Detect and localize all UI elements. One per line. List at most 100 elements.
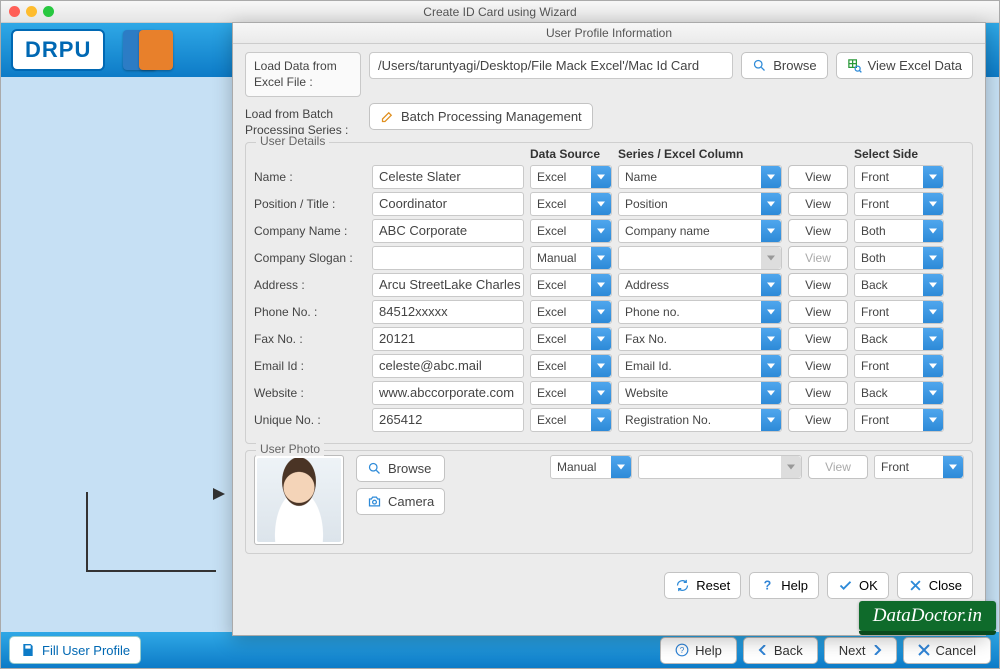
- field-input[interactable]: ABC Corporate: [372, 219, 524, 243]
- column-select[interactable]: Website: [618, 381, 782, 405]
- card-thumb-icon: [139, 30, 173, 70]
- wizard-back-button[interactable]: Back: [743, 637, 818, 664]
- data-source-select[interactable]: Excel: [530, 354, 612, 378]
- field-input[interactable]: celeste@abc.mail: [372, 354, 524, 378]
- photo-camera-button[interactable]: Camera: [356, 488, 445, 515]
- side-select[interactable]: Front: [854, 192, 944, 216]
- column-select[interactable]: Phone no.: [618, 300, 782, 324]
- side-select[interactable]: Back: [854, 327, 944, 351]
- header-column: Series / Excel Column: [618, 147, 782, 161]
- side-select[interactable]: Both: [854, 219, 944, 243]
- field-input[interactable]: www.abccorporate.com: [372, 381, 524, 405]
- close-window-icon[interactable]: [9, 6, 20, 17]
- view-button[interactable]: View: [788, 165, 848, 189]
- view-button: View: [788, 246, 848, 270]
- field-input[interactable]: [372, 246, 524, 270]
- view-button[interactable]: View: [788, 273, 848, 297]
- refresh-icon: [675, 578, 690, 593]
- search-icon: [367, 461, 382, 476]
- reset-button[interactable]: Reset: [664, 572, 741, 599]
- side-select[interactable]: Both: [854, 246, 944, 270]
- photo-data-source-select[interactable]: Manual: [550, 455, 632, 479]
- close-button[interactable]: Close: [897, 572, 973, 599]
- data-source-select[interactable]: Excel: [530, 300, 612, 324]
- chevron-right-icon: [872, 645, 882, 655]
- table-search-icon: [847, 58, 862, 73]
- column-select[interactable]: Registration No.: [618, 408, 782, 432]
- field-input[interactable]: 265412: [372, 408, 524, 432]
- wizard-cancel-button[interactable]: Cancel: [903, 637, 991, 664]
- data-source-select[interactable]: Excel: [530, 165, 612, 189]
- data-source-select[interactable]: Excel: [530, 327, 612, 351]
- photo-column-select: [638, 455, 802, 479]
- data-source-select[interactable]: Excel: [530, 219, 612, 243]
- field-input[interactable]: Celeste Slater: [372, 165, 524, 189]
- connector-line: [86, 492, 216, 572]
- question-icon: ?: [760, 578, 775, 593]
- ok-button[interactable]: OK: [827, 572, 889, 599]
- wizard-next-button[interactable]: Next: [824, 637, 897, 664]
- user-photo-fieldset: User Photo Browse Camera Manual: [245, 450, 973, 554]
- field-input[interactable]: Arcu StreetLake Charles: [372, 273, 524, 297]
- column-select[interactable]: Email Id.: [618, 354, 782, 378]
- window-titlebar: Create ID Card using Wizard: [1, 1, 999, 23]
- view-button[interactable]: View: [788, 192, 848, 216]
- view-button[interactable]: View: [788, 300, 848, 324]
- view-button[interactable]: View: [788, 219, 848, 243]
- data-source-select[interactable]: Manual: [530, 246, 612, 270]
- browse-label: Browse: [773, 58, 816, 73]
- view-button[interactable]: View: [788, 381, 848, 405]
- wizard-help-button[interactable]: ? Help: [660, 637, 737, 664]
- dialog-help-button[interactable]: ? Help: [749, 572, 819, 599]
- photo-browse-button[interactable]: Browse: [356, 455, 445, 482]
- column-select[interactable]: Address: [618, 273, 782, 297]
- field-row: Unique No. : 265412ExcelRegistration No.V…: [254, 408, 964, 432]
- view-button[interactable]: View: [788, 408, 848, 432]
- excel-path-input[interactable]: /Users/taruntyagi/Desktop/File Mack Exce…: [369, 52, 733, 79]
- photo-side-select[interactable]: Front: [874, 455, 964, 479]
- batch-label: Load from Batch Processing Series :: [245, 103, 361, 138]
- column-select[interactable]: Fax No.: [618, 327, 782, 351]
- field-label: Email Id :: [254, 359, 366, 373]
- side-select[interactable]: Front: [854, 354, 944, 378]
- load-excel-label: Load Data from Excel File :: [245, 52, 361, 97]
- field-input[interactable]: Coordinator: [372, 192, 524, 216]
- traffic-lights[interactable]: [9, 6, 54, 17]
- column-select: [618, 246, 782, 270]
- fill-user-profile-label: Fill User Profile: [42, 643, 130, 658]
- side-select[interactable]: Back: [854, 381, 944, 405]
- field-label: Name :: [254, 170, 366, 184]
- save-icon: [20, 642, 36, 658]
- data-source-select[interactable]: Excel: [530, 408, 612, 432]
- wizard-help-label: Help: [695, 643, 722, 658]
- column-select[interactable]: Company name: [618, 219, 782, 243]
- view-excel-button[interactable]: View Excel Data: [836, 52, 973, 79]
- column-headers: Data Source Series / Excel Column Select…: [254, 147, 964, 161]
- field-label: Unique No. :: [254, 413, 366, 427]
- minimize-window-icon[interactable]: [26, 6, 37, 17]
- view-button[interactable]: View: [788, 354, 848, 378]
- view-button[interactable]: View: [788, 327, 848, 351]
- data-source-select[interactable]: Excel: [530, 381, 612, 405]
- field-input[interactable]: 84512xxxxx: [372, 300, 524, 324]
- user-details-title: User Details: [256, 134, 329, 148]
- field-input[interactable]: 20121: [372, 327, 524, 351]
- card-thumbs: [123, 30, 173, 70]
- data-source-select[interactable]: Excel: [530, 192, 612, 216]
- field-row: Company Name :ABC CorporateExcelCompany …: [254, 219, 964, 243]
- side-select[interactable]: Front: [854, 165, 944, 189]
- fill-user-profile-button[interactable]: Fill User Profile: [9, 636, 141, 664]
- user-profile-dialog: User Profile Information Load Data from …: [232, 22, 986, 636]
- photo-preview[interactable]: [254, 455, 344, 545]
- column-select[interactable]: Name: [618, 165, 782, 189]
- wizard-footer: Fill User Profile ? Help Back Next Cance…: [1, 632, 999, 668]
- column-select[interactable]: Position: [618, 192, 782, 216]
- data-source-select[interactable]: Excel: [530, 273, 612, 297]
- wizard-back-label: Back: [774, 643, 803, 658]
- side-select[interactable]: Front: [854, 300, 944, 324]
- zoom-window-icon[interactable]: [43, 6, 54, 17]
- batch-processing-button[interactable]: Batch Processing Management: [369, 103, 593, 130]
- side-select[interactable]: Front: [854, 408, 944, 432]
- browse-excel-button[interactable]: Browse: [741, 52, 827, 79]
- side-select[interactable]: Back: [854, 273, 944, 297]
